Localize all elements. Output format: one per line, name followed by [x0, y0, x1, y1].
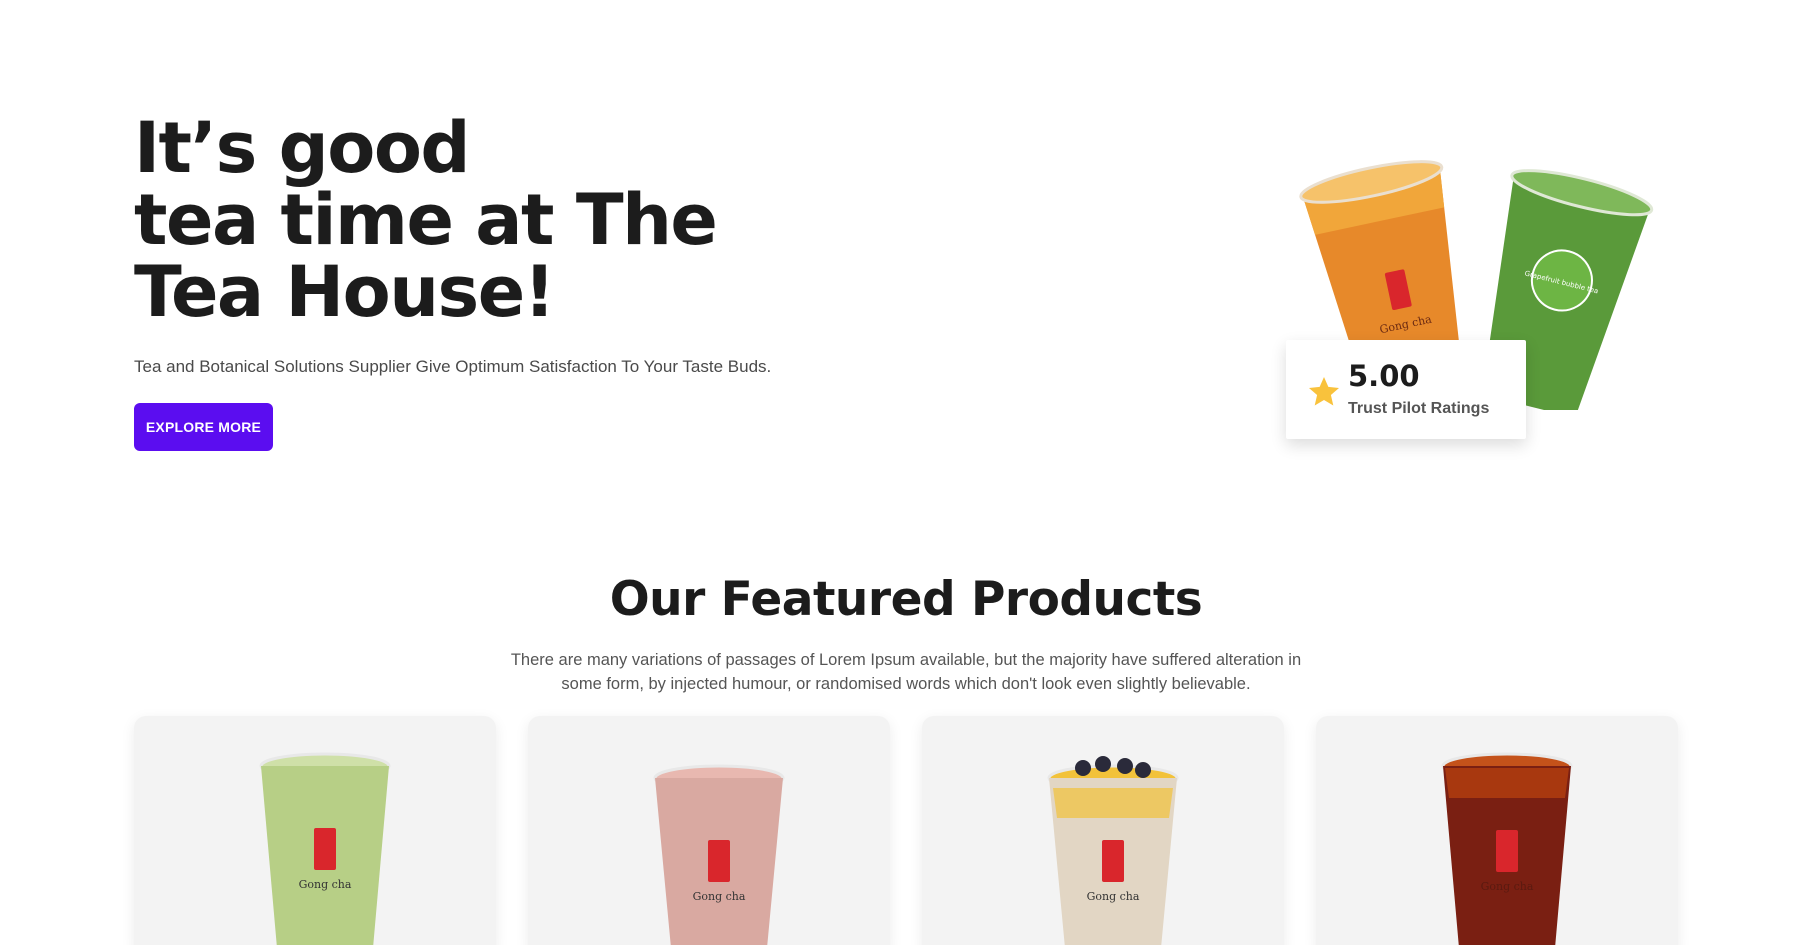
hero-subtitle: Tea and Botanical Solutions Supplier Giv…: [134, 357, 772, 376]
product-card[interactable]: Gong cha: [134, 716, 496, 945]
product-image: Gong cha: [653, 764, 785, 945]
rating-label: Trust Pilot Ratings: [1348, 400, 1490, 417]
product-image: Gong cha: [1441, 752, 1573, 945]
explore-more-button[interactable]: EXPLORE MORE: [134, 403, 273, 451]
rating-card: 5.00 Trust Pilot Ratings: [1286, 340, 1526, 439]
page: It’s good tea time at The Tea House! Tea…: [0, 0, 1812, 945]
product-card[interactable]: Gong cha: [528, 716, 890, 945]
hero-title-line-2: tea time at The: [134, 179, 718, 261]
product-brand: Gong cha: [299, 878, 352, 891]
star-icon: [1309, 377, 1339, 406]
featured-description: There are many variations of passages of…: [510, 651, 1302, 693]
product-brand: Gong cha: [1481, 880, 1534, 893]
product-card[interactable]: Gong cha: [922, 716, 1284, 945]
hero-title-line-3: Tea House!: [134, 251, 556, 333]
product-brand: Gong cha: [693, 890, 746, 903]
product-brand: Gong cha: [1087, 890, 1140, 903]
product-card[interactable]: Gong cha: [1316, 716, 1678, 945]
product-image: Gong cha: [259, 752, 391, 945]
hero-title-line-1: It’s good: [134, 107, 471, 189]
rating-value: 5.00: [1348, 359, 1420, 393]
product-image: Gong cha: [1047, 756, 1179, 945]
hero-title: It’s good tea time at The Tea House!: [134, 107, 718, 333]
featured-title: Our Featured Products: [609, 572, 1203, 627]
